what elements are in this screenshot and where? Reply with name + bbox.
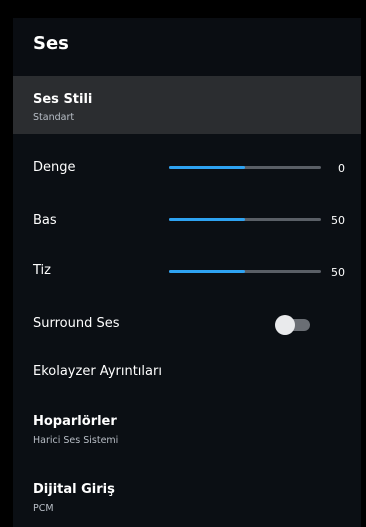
menu-item-bass[interactable]: Bas 50 xyxy=(13,186,361,238)
menu-item-speakers[interactable]: Hoparlörler Harici Ses Sistemi xyxy=(13,400,361,462)
panel-header: Ses xyxy=(13,18,361,76)
treble-label: Tiz xyxy=(33,263,51,278)
menu-item-surround[interactable]: Surround Ses xyxy=(13,290,361,344)
sound-style-label: Ses Stili xyxy=(33,92,93,107)
surround-label: Surround Ses xyxy=(33,316,120,331)
bass-label: Bas xyxy=(33,213,57,228)
menu-item-treble[interactable]: Tiz 50 xyxy=(13,238,361,290)
bass-slider[interactable] xyxy=(169,218,321,221)
balance-slider-fill xyxy=(169,166,245,169)
surround-toggle[interactable] xyxy=(275,315,310,335)
speakers-label: Hoparlörler xyxy=(33,414,117,429)
menu-item-equalizer[interactable]: Ekolayzer Ayrıntıları xyxy=(13,344,361,400)
digital-input-value: PCM xyxy=(33,503,54,514)
sound-settings-panel: Ses Ses Stili Standart Denge 0 Bas 50 Ti… xyxy=(13,18,361,527)
bass-value: 50 xyxy=(331,214,345,227)
balance-label: Denge xyxy=(33,160,76,175)
menu-item-sound-style[interactable]: Ses Stili Standart xyxy=(13,76,361,134)
equalizer-label: Ekolayzer Ayrıntıları xyxy=(33,364,162,379)
speakers-value: Harici Ses Sistemi xyxy=(33,435,119,446)
menu-item-digital-input[interactable]: Dijital Giriş PCM xyxy=(13,462,361,524)
sound-style-value: Standart xyxy=(33,112,75,123)
treble-value: 50 xyxy=(331,266,345,279)
page-title: Ses xyxy=(33,33,69,54)
menu-item-balance[interactable]: Denge 0 xyxy=(13,134,361,186)
treble-slider[interactable] xyxy=(169,270,321,273)
toggle-knob xyxy=(275,315,295,335)
balance-slider[interactable] xyxy=(169,166,321,169)
digital-input-label: Dijital Giriş xyxy=(33,482,115,497)
bass-slider-fill xyxy=(169,218,245,221)
balance-value: 0 xyxy=(338,162,345,175)
treble-slider-fill xyxy=(169,270,245,273)
